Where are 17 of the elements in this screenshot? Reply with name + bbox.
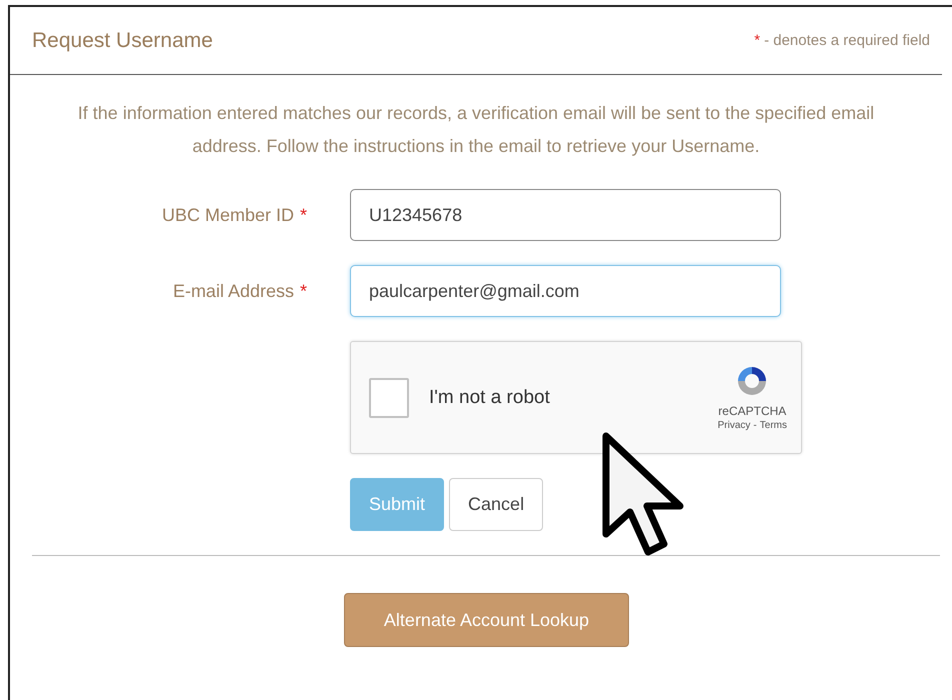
terms-link[interactable]: Terms — [760, 420, 787, 431]
separator: - — [753, 420, 757, 431]
intro-text: If the information entered matches our records, a verification email will be sent to the specified email address. Follow the instructions in the email to retrieve your Username. — [76, 102, 876, 158]
required-note: - denotes a required field — [764, 32, 930, 49]
field-label: UBC Member ID — [162, 204, 294, 226]
checkbox[interactable] — [369, 378, 409, 418]
required-mark: * — [754, 32, 760, 49]
captcha-label: I'm not a robot — [429, 386, 551, 408]
privacy-link[interactable]: Privacy — [718, 420, 750, 431]
required-mark: * — [300, 280, 307, 302]
required-mark: * — [300, 204, 307, 226]
input-field[interactable]: paulcarpenter@gmail.com — [350, 265, 781, 317]
recaptcha-label: reCAPTCHA — [718, 404, 786, 418]
panel-title: Request Username — [32, 28, 213, 52]
cancel-button[interactable]: Cancel — [449, 478, 544, 531]
input-field[interactable]: U12345678 — [350, 189, 781, 241]
field-label: E-mail Address — [172, 280, 294, 302]
